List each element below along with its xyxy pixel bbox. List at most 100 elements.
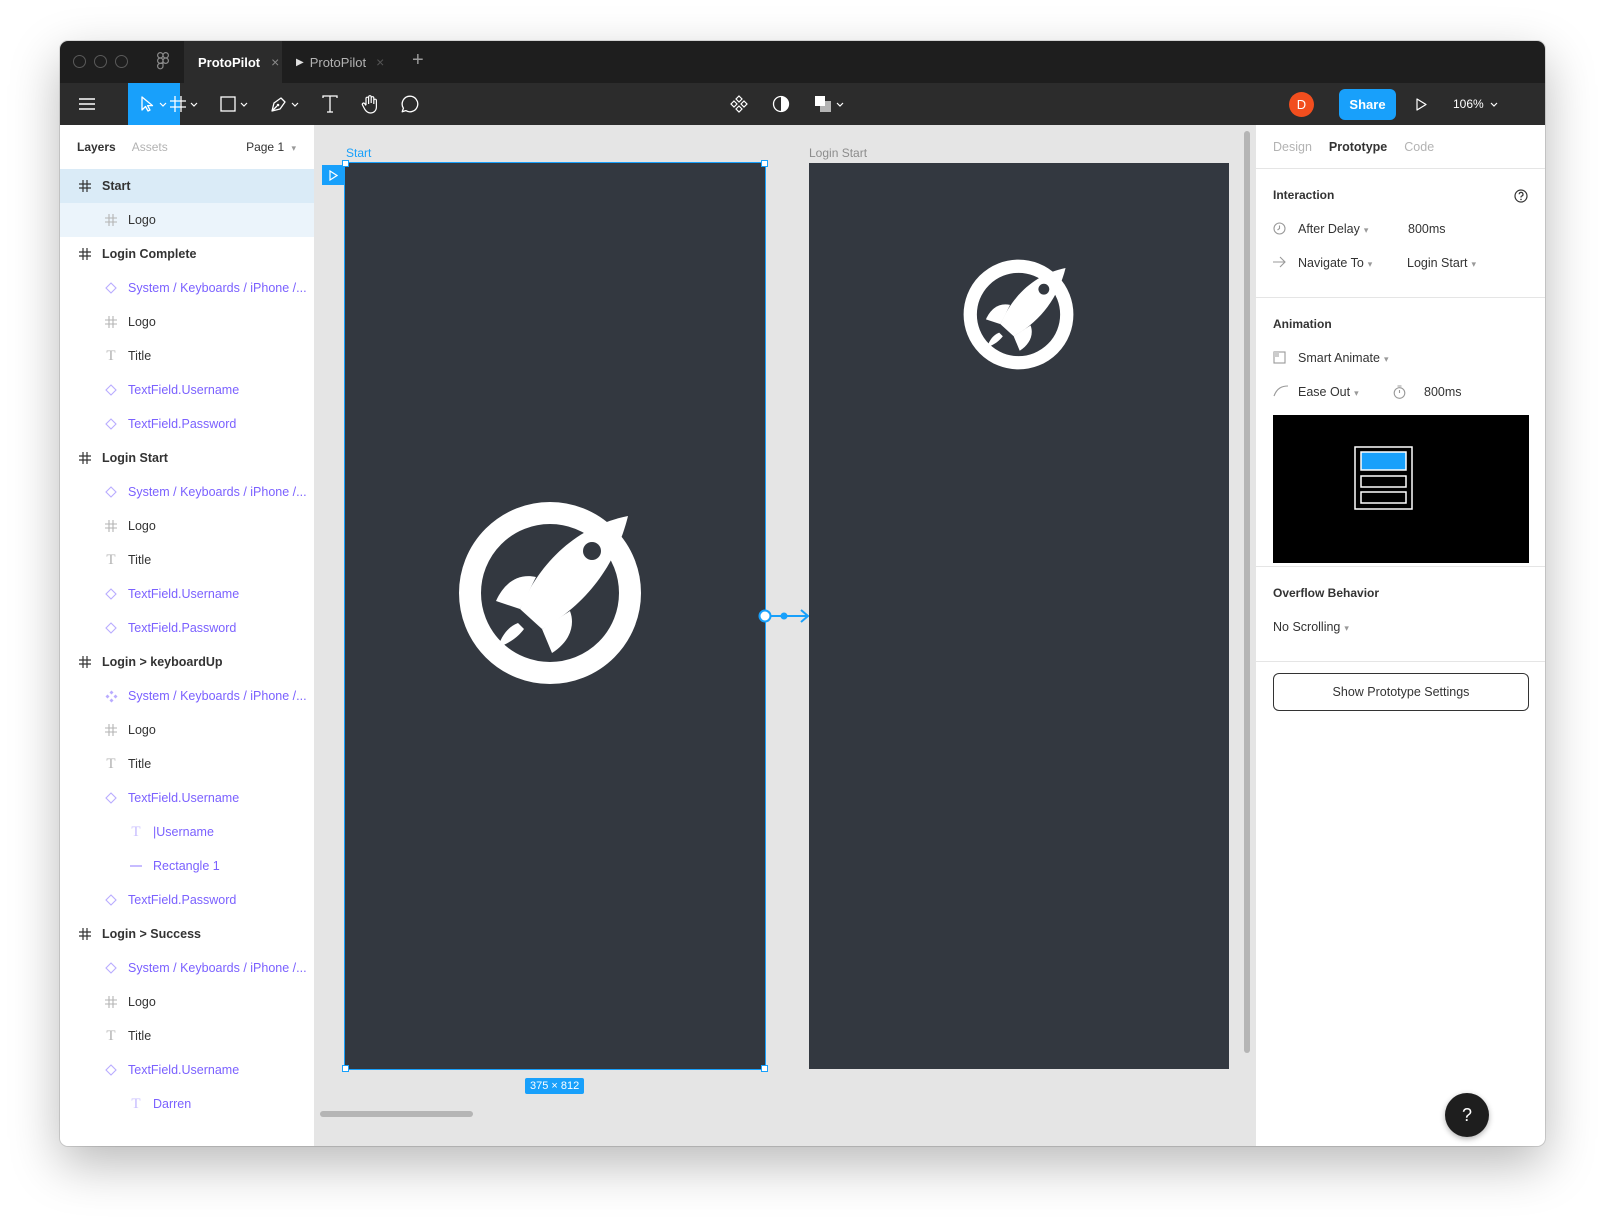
frame-login-start[interactable] bbox=[809, 163, 1229, 1069]
add-tab-icon[interactable]: + bbox=[412, 50, 424, 70]
zoom-window-button[interactable] bbox=[115, 55, 128, 68]
frame-label-login-start[interactable]: Login Start bbox=[809, 146, 867, 160]
layer-item[interactable]: Logo bbox=[60, 509, 314, 543]
layer-item[interactable]: Logo bbox=[60, 713, 314, 747]
layer-item[interactable]: TextField.Password bbox=[60, 407, 314, 441]
layer-label: Darren bbox=[153, 1097, 192, 1111]
close-window-button[interactable] bbox=[73, 55, 86, 68]
resize-handle[interactable] bbox=[761, 1065, 768, 1072]
trigger-dropdown[interactable]: After Delay ▾ bbox=[1298, 222, 1368, 236]
layer-item[interactable]: Logo bbox=[60, 203, 314, 237]
layer-item[interactable]: T Title bbox=[60, 1019, 314, 1053]
flow-starting-point-icon[interactable] bbox=[322, 165, 344, 185]
tab-assets[interactable]: Assets bbox=[132, 140, 168, 154]
chevron-down-icon: ▾ bbox=[1354, 388, 1359, 398]
shape-tool-button[interactable] bbox=[214, 83, 254, 125]
overflow-row[interactable]: No Scrolling ▾ bbox=[1256, 610, 1545, 644]
layer-item[interactable]: Login Complete bbox=[60, 237, 314, 271]
layer-item[interactable]: T Title bbox=[60, 747, 314, 781]
properties-tabs: Design Prototype Code bbox=[1256, 125, 1545, 169]
easing-dropdown[interactable]: Ease Out ▾ bbox=[1298, 385, 1359, 399]
present-button[interactable] bbox=[1410, 83, 1432, 125]
layer-item[interactable]: T Darren bbox=[60, 1087, 314, 1121]
resize-handle[interactable] bbox=[342, 160, 349, 167]
layer-item[interactable]: TextField.Password bbox=[60, 883, 314, 917]
layer-item[interactable]: Logo bbox=[60, 305, 314, 339]
layer-item[interactable]: TextField.Username bbox=[60, 577, 314, 611]
close-tab-icon[interactable]: × bbox=[271, 54, 279, 70]
help-button[interactable]: ? bbox=[1445, 1093, 1489, 1137]
frame-start[interactable] bbox=[344, 162, 766, 1070]
layer-item[interactable]: System / Keyboards / iPhone /... bbox=[60, 475, 314, 509]
layer-label: Login Complete bbox=[102, 247, 197, 261]
duration-input[interactable]: 800ms bbox=[1424, 385, 1462, 399]
destination-value: Login Start bbox=[1407, 256, 1468, 270]
avatar[interactable]: D bbox=[1289, 92, 1314, 117]
layers-panel: Layers Assets Page 1 ▾ Start Logo Login Co… bbox=[60, 125, 315, 1146]
delay-input[interactable]: 800ms bbox=[1408, 222, 1446, 236]
interaction-title: Interaction bbox=[1273, 188, 1335, 202]
overflow-title: Overflow Behavior bbox=[1273, 586, 1380, 600]
pen-tool-button[interactable] bbox=[264, 83, 304, 125]
tab-protopilot-file[interactable]: ProtoPilot × bbox=[184, 41, 282, 83]
tab-protopilot-prototype[interactable]: ▶ ProtoPilot × bbox=[296, 41, 396, 83]
prototype-connection[interactable] bbox=[757, 605, 813, 627]
tab-layers[interactable]: Layers bbox=[77, 140, 116, 154]
comment-tool-button[interactable] bbox=[394, 83, 426, 125]
layer-item[interactable]: Logo bbox=[60, 985, 314, 1019]
layer-item[interactable]: TextField.Username bbox=[60, 781, 314, 815]
minimize-window-button[interactable] bbox=[94, 55, 107, 68]
layer-item[interactable]: System / Keyboards / iPhone /... bbox=[60, 951, 314, 985]
action-dropdown[interactable]: Navigate To ▾ bbox=[1298, 256, 1372, 270]
tab-design[interactable]: Design bbox=[1273, 140, 1312, 154]
layer-list: Start Logo Login Complete System / Keyboard… bbox=[60, 169, 314, 1121]
action-row[interactable]: Navigate To ▾ Login Start ▾ bbox=[1256, 246, 1545, 280]
boolean-icon[interactable] bbox=[808, 83, 850, 125]
help-circle-icon[interactable] bbox=[1514, 189, 1528, 208]
menu-icon[interactable] bbox=[72, 83, 102, 125]
show-prototype-settings-button[interactable]: Show Prototype Settings bbox=[1273, 673, 1529, 711]
layer-item[interactable]: System / Keyboards / iPhone /... bbox=[60, 679, 314, 713]
close-tab-icon[interactable]: × bbox=[376, 54, 384, 70]
layer-item[interactable]: T |Username bbox=[60, 815, 314, 849]
frame-label-start[interactable]: Start bbox=[346, 146, 371, 160]
share-button[interactable]: Share bbox=[1339, 89, 1396, 120]
trigger-value: After Delay bbox=[1298, 222, 1360, 236]
layer-item[interactable]: Login > Success bbox=[60, 917, 314, 951]
text-tool-button[interactable] bbox=[314, 83, 346, 125]
layer-item[interactable]: Login Start bbox=[60, 441, 314, 475]
layer-item[interactable]: TextField.Password bbox=[60, 611, 314, 645]
overflow-dropdown[interactable]: No Scrolling ▾ bbox=[1273, 620, 1349, 634]
layer-item[interactable]: TextField.Username bbox=[60, 1053, 314, 1087]
layer-item[interactable]: T Title bbox=[60, 543, 314, 577]
destination-dropdown[interactable]: Login Start ▾ bbox=[1407, 256, 1476, 270]
rocket-logo-icon[interactable] bbox=[963, 259, 1074, 370]
canvas[interactable]: Start 375 × 812 Login Start bbox=[315, 125, 1255, 1146]
layer-item[interactable]: Start bbox=[60, 169, 314, 203]
mask-icon[interactable] bbox=[766, 83, 796, 125]
resize-handle[interactable] bbox=[342, 1065, 349, 1072]
trigger-row[interactable]: After Delay ▾ 800ms bbox=[1256, 212, 1545, 246]
tab-prototype[interactable]: Prototype bbox=[1329, 140, 1387, 154]
layer-item[interactable]: Login > keyboardUp bbox=[60, 645, 314, 679]
layer-item[interactable]: System / Keyboards / iPhone /... bbox=[60, 271, 314, 305]
animation-type-row[interactable]: Smart Animate ▾ bbox=[1256, 341, 1545, 375]
horizontal-scrollbar[interactable] bbox=[320, 1111, 473, 1117]
resize-handle[interactable] bbox=[761, 160, 768, 167]
component-icon[interactable] bbox=[724, 83, 754, 125]
text-icon bbox=[322, 95, 338, 113]
tab-code[interactable]: Code bbox=[1404, 140, 1434, 154]
figma-logo-icon[interactable] bbox=[157, 52, 170, 75]
hand-tool-button[interactable] bbox=[354, 83, 386, 125]
vertical-scrollbar[interactable] bbox=[1244, 131, 1250, 1053]
instance-icon bbox=[104, 417, 118, 431]
page-selector[interactable]: Page 1 ▾ bbox=[246, 140, 296, 154]
layer-item[interactable]: T Title bbox=[60, 339, 314, 373]
rocket-logo-icon[interactable] bbox=[458, 501, 642, 685]
layer-item[interactable]: Rectangle 1 bbox=[60, 849, 314, 883]
frame-tool-button[interactable] bbox=[164, 83, 204, 125]
layer-item[interactable]: TextField.Username bbox=[60, 373, 314, 407]
easing-row[interactable]: Ease Out ▾ 800ms bbox=[1256, 375, 1545, 409]
animation-type-dropdown[interactable]: Smart Animate ▾ bbox=[1298, 351, 1389, 365]
zoom-dropdown[interactable]: 106% bbox=[1453, 83, 1498, 125]
